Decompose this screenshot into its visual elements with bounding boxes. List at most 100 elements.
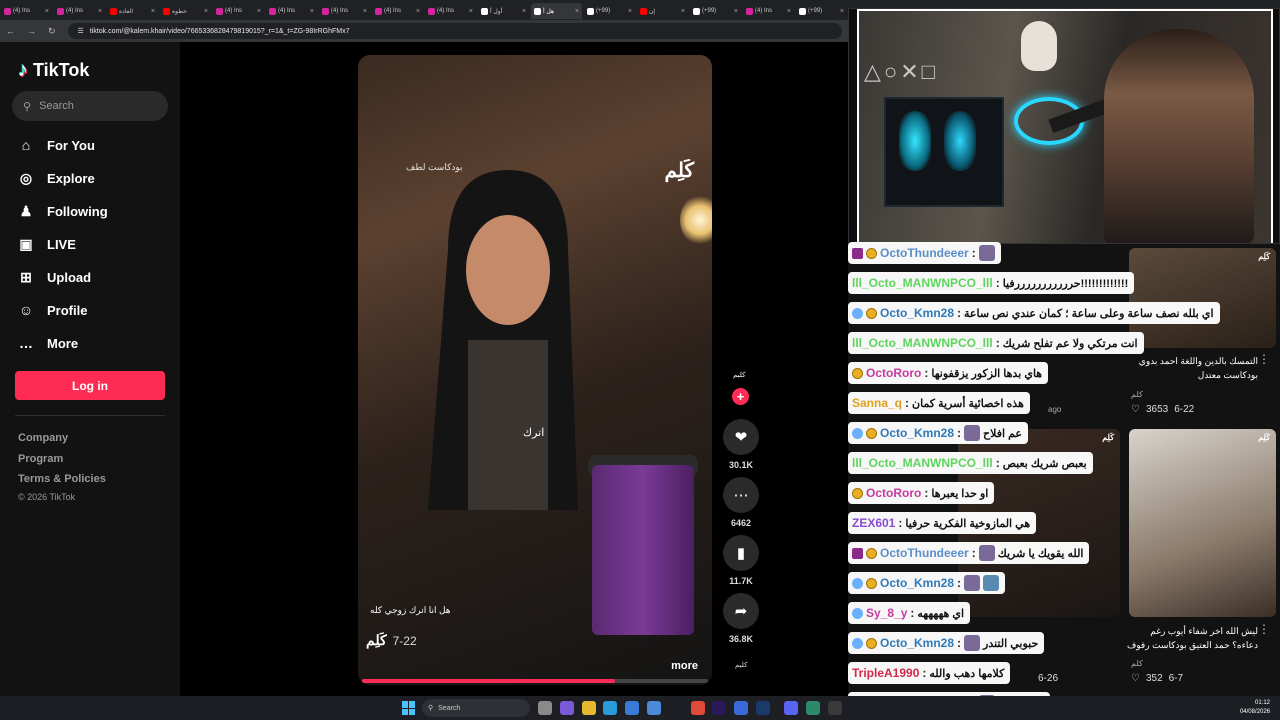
browser-tab[interactable]: (4) Ins × xyxy=(319,3,370,19)
video-player[interactable]: كَلِم بودكاست لطف اترك هل انا اترك زوجي … xyxy=(358,55,712,685)
nav-item-explore[interactable]: ◎ Explore xyxy=(17,166,95,190)
tab-close-icon[interactable]: × xyxy=(787,8,791,15)
tab-label: هل أ xyxy=(543,8,555,15)
suggested-thumbnail-2[interactable]: كَلِم xyxy=(1129,429,1276,617)
more-button[interactable]: more xyxy=(671,660,698,672)
browser-tab[interactable]: (4) Ins × xyxy=(372,3,423,19)
video-author-date[interactable]: كَلِم 7-22 xyxy=(366,632,417,649)
divider xyxy=(15,415,165,416)
edge-icon[interactable] xyxy=(603,701,617,715)
windows-start-icon[interactable] xyxy=(402,701,416,715)
tab-label: (4) Ins xyxy=(437,8,455,14)
share-arrow-icon[interactable]: ➦ xyxy=(723,593,759,629)
tab-close-icon[interactable]: × xyxy=(204,8,208,15)
forward-icon[interactable]: → xyxy=(27,26,36,36)
file-explorer-icon[interactable] xyxy=(582,701,596,715)
follow-plus-button[interactable]: + xyxy=(732,388,749,405)
share-action[interactable]: ➦ 36.8K xyxy=(723,593,759,644)
footer-terms-link[interactable]: Terms & Policies xyxy=(18,473,106,485)
tab-close-icon[interactable]: × xyxy=(840,8,844,15)
browser-tab[interactable]: إن × xyxy=(637,3,688,19)
nav-item-for-you[interactable]: ⌂ For You xyxy=(17,133,95,157)
tab-close-icon[interactable]: × xyxy=(151,8,155,15)
diamond-badge-icon xyxy=(852,427,863,439)
site-info-icon[interactable]: ☰ xyxy=(78,27,84,35)
plus-square-icon: ⊞ xyxy=(20,268,32,285)
tab-close-icon[interactable]: × xyxy=(363,8,367,15)
tab-close-icon[interactable]: × xyxy=(310,8,314,15)
browser-tab[interactable]: (4) Ins × xyxy=(213,3,264,19)
browser-tab[interactable]: (+99) × xyxy=(796,3,847,19)
tab-close-icon[interactable]: × xyxy=(469,8,473,15)
taskbar-clock[interactable]: 01:12 04/08/2026 xyxy=(1240,699,1270,717)
tab-favicon-icon xyxy=(640,7,647,15)
tab-close-icon[interactable]: × xyxy=(522,8,526,15)
browser-tab[interactable]: (+99) × xyxy=(690,3,741,19)
browser-tab[interactable]: هل أ × xyxy=(531,3,582,19)
browser-tab[interactable]: أول أ × xyxy=(478,3,529,19)
music-label[interactable]: كليم xyxy=(735,661,747,669)
app-icon[interactable] xyxy=(806,701,820,715)
browser-tab[interactable]: (+99) × xyxy=(584,3,635,19)
video-progress-bar[interactable] xyxy=(362,679,708,683)
chrome-icon[interactable] xyxy=(691,701,705,715)
photos-icon[interactable] xyxy=(734,701,748,715)
nav-item-upload[interactable]: ⊞ Upload xyxy=(17,265,91,289)
chat-message: OctoRoro: او حدا يعبرها xyxy=(848,482,995,504)
heart-icon[interactable]: ❤ xyxy=(723,419,759,455)
chat-message: OctoThundeeer: الله يقويك يا شريك xyxy=(848,542,1090,564)
reload-icon[interactable]: ↻ xyxy=(48,26,56,37)
nav-item-more[interactable]: … More xyxy=(17,331,78,355)
browser-tab[interactable]: (4) Ins × xyxy=(743,3,794,19)
chat-separator: : xyxy=(995,276,1000,290)
store-icon[interactable] xyxy=(647,701,661,715)
comment-icon[interactable]: ⋯ xyxy=(723,477,759,513)
more-options-icon[interactable]: ⋮ xyxy=(1258,622,1270,636)
browser-tab[interactable]: (4) Ins × xyxy=(1,3,52,19)
task-view-icon[interactable] xyxy=(538,701,552,715)
chat-username: TripleA1990 xyxy=(852,666,920,680)
suggested-thumbnail-1[interactable]: كَلِم xyxy=(1129,248,1276,348)
premiere-icon[interactable] xyxy=(712,701,726,715)
tab-close-icon[interactable]: × xyxy=(575,8,579,15)
nav-item-following[interactable]: ♟ Following xyxy=(17,199,108,223)
bookmark-icon[interactable]: ▮ xyxy=(723,535,759,571)
tab-close-icon[interactable]: × xyxy=(681,8,685,15)
save-action[interactable]: ▮ 11.7K xyxy=(723,535,759,586)
taskbar-search[interactable]: ⚲ Search xyxy=(422,699,530,717)
comment-action[interactable]: ⋯ 6462 xyxy=(723,477,759,528)
copilot-icon[interactable] xyxy=(560,701,574,715)
address-bar: ← → ↻ ☰ tiktok.com/@kalem.khair/video/76… xyxy=(0,20,848,42)
discord-icon[interactable] xyxy=(784,701,798,715)
mail-icon[interactable] xyxy=(625,701,639,715)
nav-item-profile[interactable]: ☺ Profile xyxy=(17,298,88,322)
url-field[interactable]: ☰ tiktok.com/@kalem.khair/video/76653368… xyxy=(67,23,842,39)
creator-avatar-label[interactable]: كليم xyxy=(733,371,745,379)
more-options-icon[interactable]: ⋮ xyxy=(1258,352,1270,366)
tiktok-logo[interactable]: ♪ TikTok xyxy=(18,59,89,82)
login-button[interactable]: Log in xyxy=(15,371,165,400)
browser-tab[interactable]: (4) Ins × xyxy=(54,3,105,19)
obs-icon[interactable] xyxy=(828,701,842,715)
search-input[interactable]: ⚲ Search xyxy=(12,91,168,121)
footer-program-link[interactable]: Program xyxy=(18,453,63,465)
browser-tab[interactable]: العادة × xyxy=(107,3,158,19)
chat-username: Octo_Kmn28 xyxy=(880,306,955,320)
tab-close-icon[interactable]: × xyxy=(628,8,632,15)
back-icon[interactable]: ← xyxy=(6,26,15,36)
browser-tab[interactable]: (4) Ins × xyxy=(266,3,317,19)
nav-item-live[interactable]: ▣ LIVE xyxy=(17,232,76,256)
video-author[interactable]: كَلِم xyxy=(366,632,387,649)
footer-company-link[interactable]: Company xyxy=(18,432,68,444)
browser-tab[interactable]: (4) Ins × xyxy=(425,3,476,19)
like-action[interactable]: ❤ 30.1K xyxy=(723,419,759,470)
video-caption: هل انا اترك زوجي كله xyxy=(370,605,451,615)
photoshop-icon[interactable] xyxy=(756,701,770,715)
tab-close-icon[interactable]: × xyxy=(98,8,102,15)
tab-close-icon[interactable]: × xyxy=(257,8,261,15)
tab-close-icon[interactable]: × xyxy=(45,8,49,15)
tab-close-icon[interactable]: × xyxy=(416,8,420,15)
tab-close-icon[interactable]: × xyxy=(734,8,738,15)
coin-badge-icon xyxy=(866,307,877,319)
browser-tab[interactable]: خطوة × xyxy=(160,3,211,19)
